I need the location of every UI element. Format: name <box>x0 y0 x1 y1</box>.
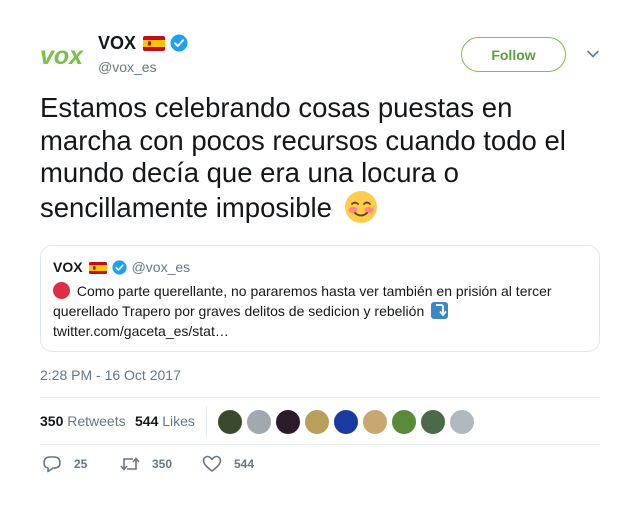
liker-avatar[interactable] <box>391 409 417 435</box>
spain-flag-icon <box>143 35 166 51</box>
liker-avatar[interactable] <box>333 409 359 435</box>
reply-count: 25 <box>74 457 88 471</box>
liker-avatar[interactable] <box>362 409 388 435</box>
liker-avatar[interactable] <box>304 409 330 435</box>
stats-bar: 350 Retweets 544 Likes <box>40 397 600 445</box>
reply-icon <box>43 456 61 473</box>
retweets-count: 350 <box>40 413 64 429</box>
spain-flag-icon <box>88 261 107 274</box>
likes-stat[interactable]: 544 Likes <box>135 413 195 429</box>
heart-icon <box>202 455 222 472</box>
quoted-tweet-body: Como parte querellante, no pararemos has… <box>53 283 552 319</box>
like-button[interactable]: 544 <box>202 455 254 473</box>
account-name[interactable]: VOX <box>98 33 136 54</box>
vox-logo[interactable]: vox <box>40 40 88 70</box>
quoted-tweet-text: Como parte querellante, no pararemos has… <box>53 281 573 341</box>
liker-avatars <box>217 409 478 435</box>
red-circle-emoji-icon <box>53 282 70 299</box>
stats-divider <box>206 406 207 438</box>
retweet-icon <box>120 457 140 471</box>
liker-avatar[interactable] <box>217 409 243 435</box>
retweets-stat[interactable]: 350 Retweets <box>40 413 126 429</box>
verified-badge-icon <box>111 259 127 275</box>
verified-badge-icon <box>170 34 188 52</box>
likes-count: 544 <box>135 413 159 429</box>
smiling-blush-emoji-icon <box>344 190 378 224</box>
svg-text:vox: vox <box>40 42 84 70</box>
liker-avatar[interactable] <box>246 409 272 435</box>
chevron-down-icon[interactable] <box>586 47 600 61</box>
retweets-label: Retweets <box>67 413 126 429</box>
retweet-count: 350 <box>152 457 173 471</box>
arrow-down-emoji-icon <box>431 302 449 319</box>
like-count: 544 <box>234 457 255 471</box>
follow-button[interactable]: Follow <box>461 37 566 72</box>
quoted-tweet[interactable]: VOX @vox_es Como parte querellante, no p… <box>40 245 600 352</box>
likes-label: Likes <box>162 413 195 429</box>
tweet-body: Estamos celebrando cosas puestas en marc… <box>40 92 566 223</box>
quoted-tweet-link[interactable]: twitter.com/gaceta_es/stat… <box>53 323 229 339</box>
account-handle[interactable]: @vox_es <box>98 59 157 75</box>
retweet-button[interactable]: 350 <box>120 455 172 473</box>
quoted-account-name: VOX <box>53 259 83 275</box>
liker-avatar[interactable] <box>420 409 446 435</box>
quoted-account-handle: @vox_es <box>131 259 191 275</box>
liker-avatar[interactable] <box>449 409 475 435</box>
tweet-text: Estamos celebrando cosas puestas en marc… <box>40 92 600 224</box>
reply-button[interactable]: 25 <box>42 455 87 473</box>
tweet-header: vox VOX @vox_es Follow <box>40 32 600 78</box>
tweet-actions: 25 350 544 <box>40 455 600 477</box>
liker-avatar[interactable] <box>275 409 301 435</box>
tweet-timestamp[interactable]: 2:28 PM - 16 Oct 2017 <box>40 367 181 383</box>
